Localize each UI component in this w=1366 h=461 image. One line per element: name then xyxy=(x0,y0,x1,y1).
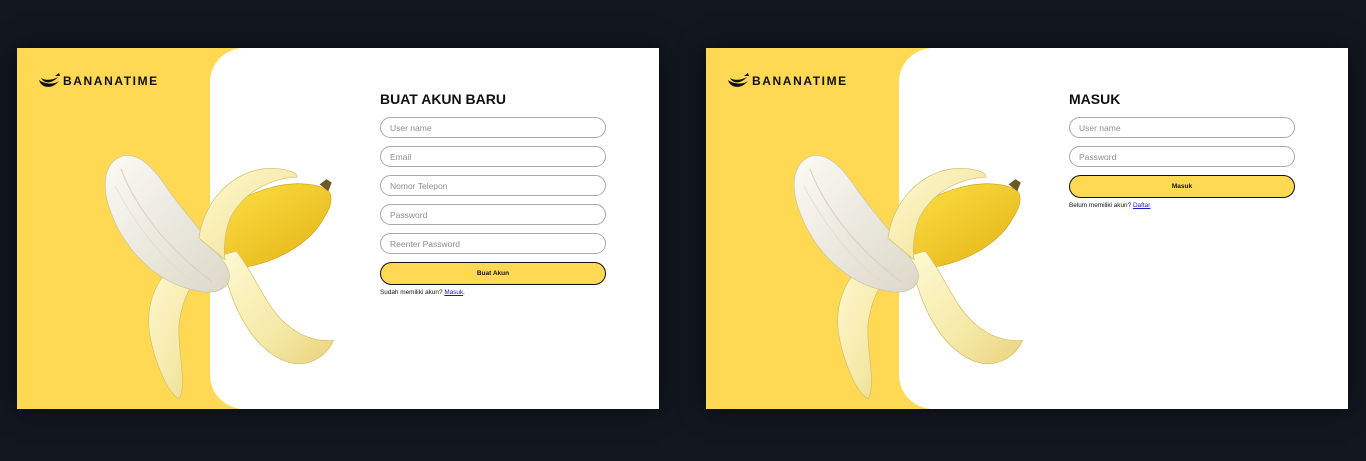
username-input[interactable] xyxy=(380,117,606,138)
login-prompt-suffix: . xyxy=(463,289,465,296)
peeled-banana-illustration xyxy=(104,154,334,400)
brand-name: BANANATIME xyxy=(752,74,848,88)
brand[interactable]: BANANATIME xyxy=(38,72,159,90)
peeled-banana-illustration xyxy=(793,154,1023,400)
register-screen: BANANATIME BUAT AKUN BARU Buat Akun Suda… xyxy=(17,48,659,409)
password-input[interactable] xyxy=(380,204,606,225)
login-link[interactable]: Masuk xyxy=(444,289,463,296)
register-link[interactable]: Daftar xyxy=(1133,202,1150,209)
create-account-button[interactable]: Buat Akun xyxy=(380,262,606,285)
brand-name: BANANATIME xyxy=(63,74,159,88)
password-input[interactable] xyxy=(1069,146,1295,167)
page-title: BUAT AKUN BARU xyxy=(380,91,506,107)
brand[interactable]: BANANATIME xyxy=(727,72,848,90)
page-title: MASUK xyxy=(1069,91,1121,107)
login-prompt-text: Sudah memiliki akun? xyxy=(380,289,443,296)
username-input[interactable] xyxy=(1069,117,1295,138)
register-prompt: Belum memiliki akun? Daftar xyxy=(1069,202,1296,210)
email-input[interactable] xyxy=(380,146,606,167)
register-form: BUAT AKUN BARU Buat Akun Sudah memiliki … xyxy=(380,91,607,297)
register-prompt-text: Belum memiliki akun? xyxy=(1069,202,1132,209)
banana-logo-icon xyxy=(39,73,60,87)
login-button[interactable]: Masuk xyxy=(1069,175,1295,198)
login-prompt: Sudah memiliki akun? Masuk. xyxy=(380,289,607,297)
banana-logo-icon xyxy=(728,73,749,87)
reenter-password-input[interactable] xyxy=(380,233,606,254)
phone-input[interactable] xyxy=(380,175,606,196)
login-screen: BANANATIME MASUK Masuk Belum memiliki ak… xyxy=(706,48,1348,409)
login-form: MASUK Masuk Belum memiliki akun? Daftar xyxy=(1069,91,1296,210)
